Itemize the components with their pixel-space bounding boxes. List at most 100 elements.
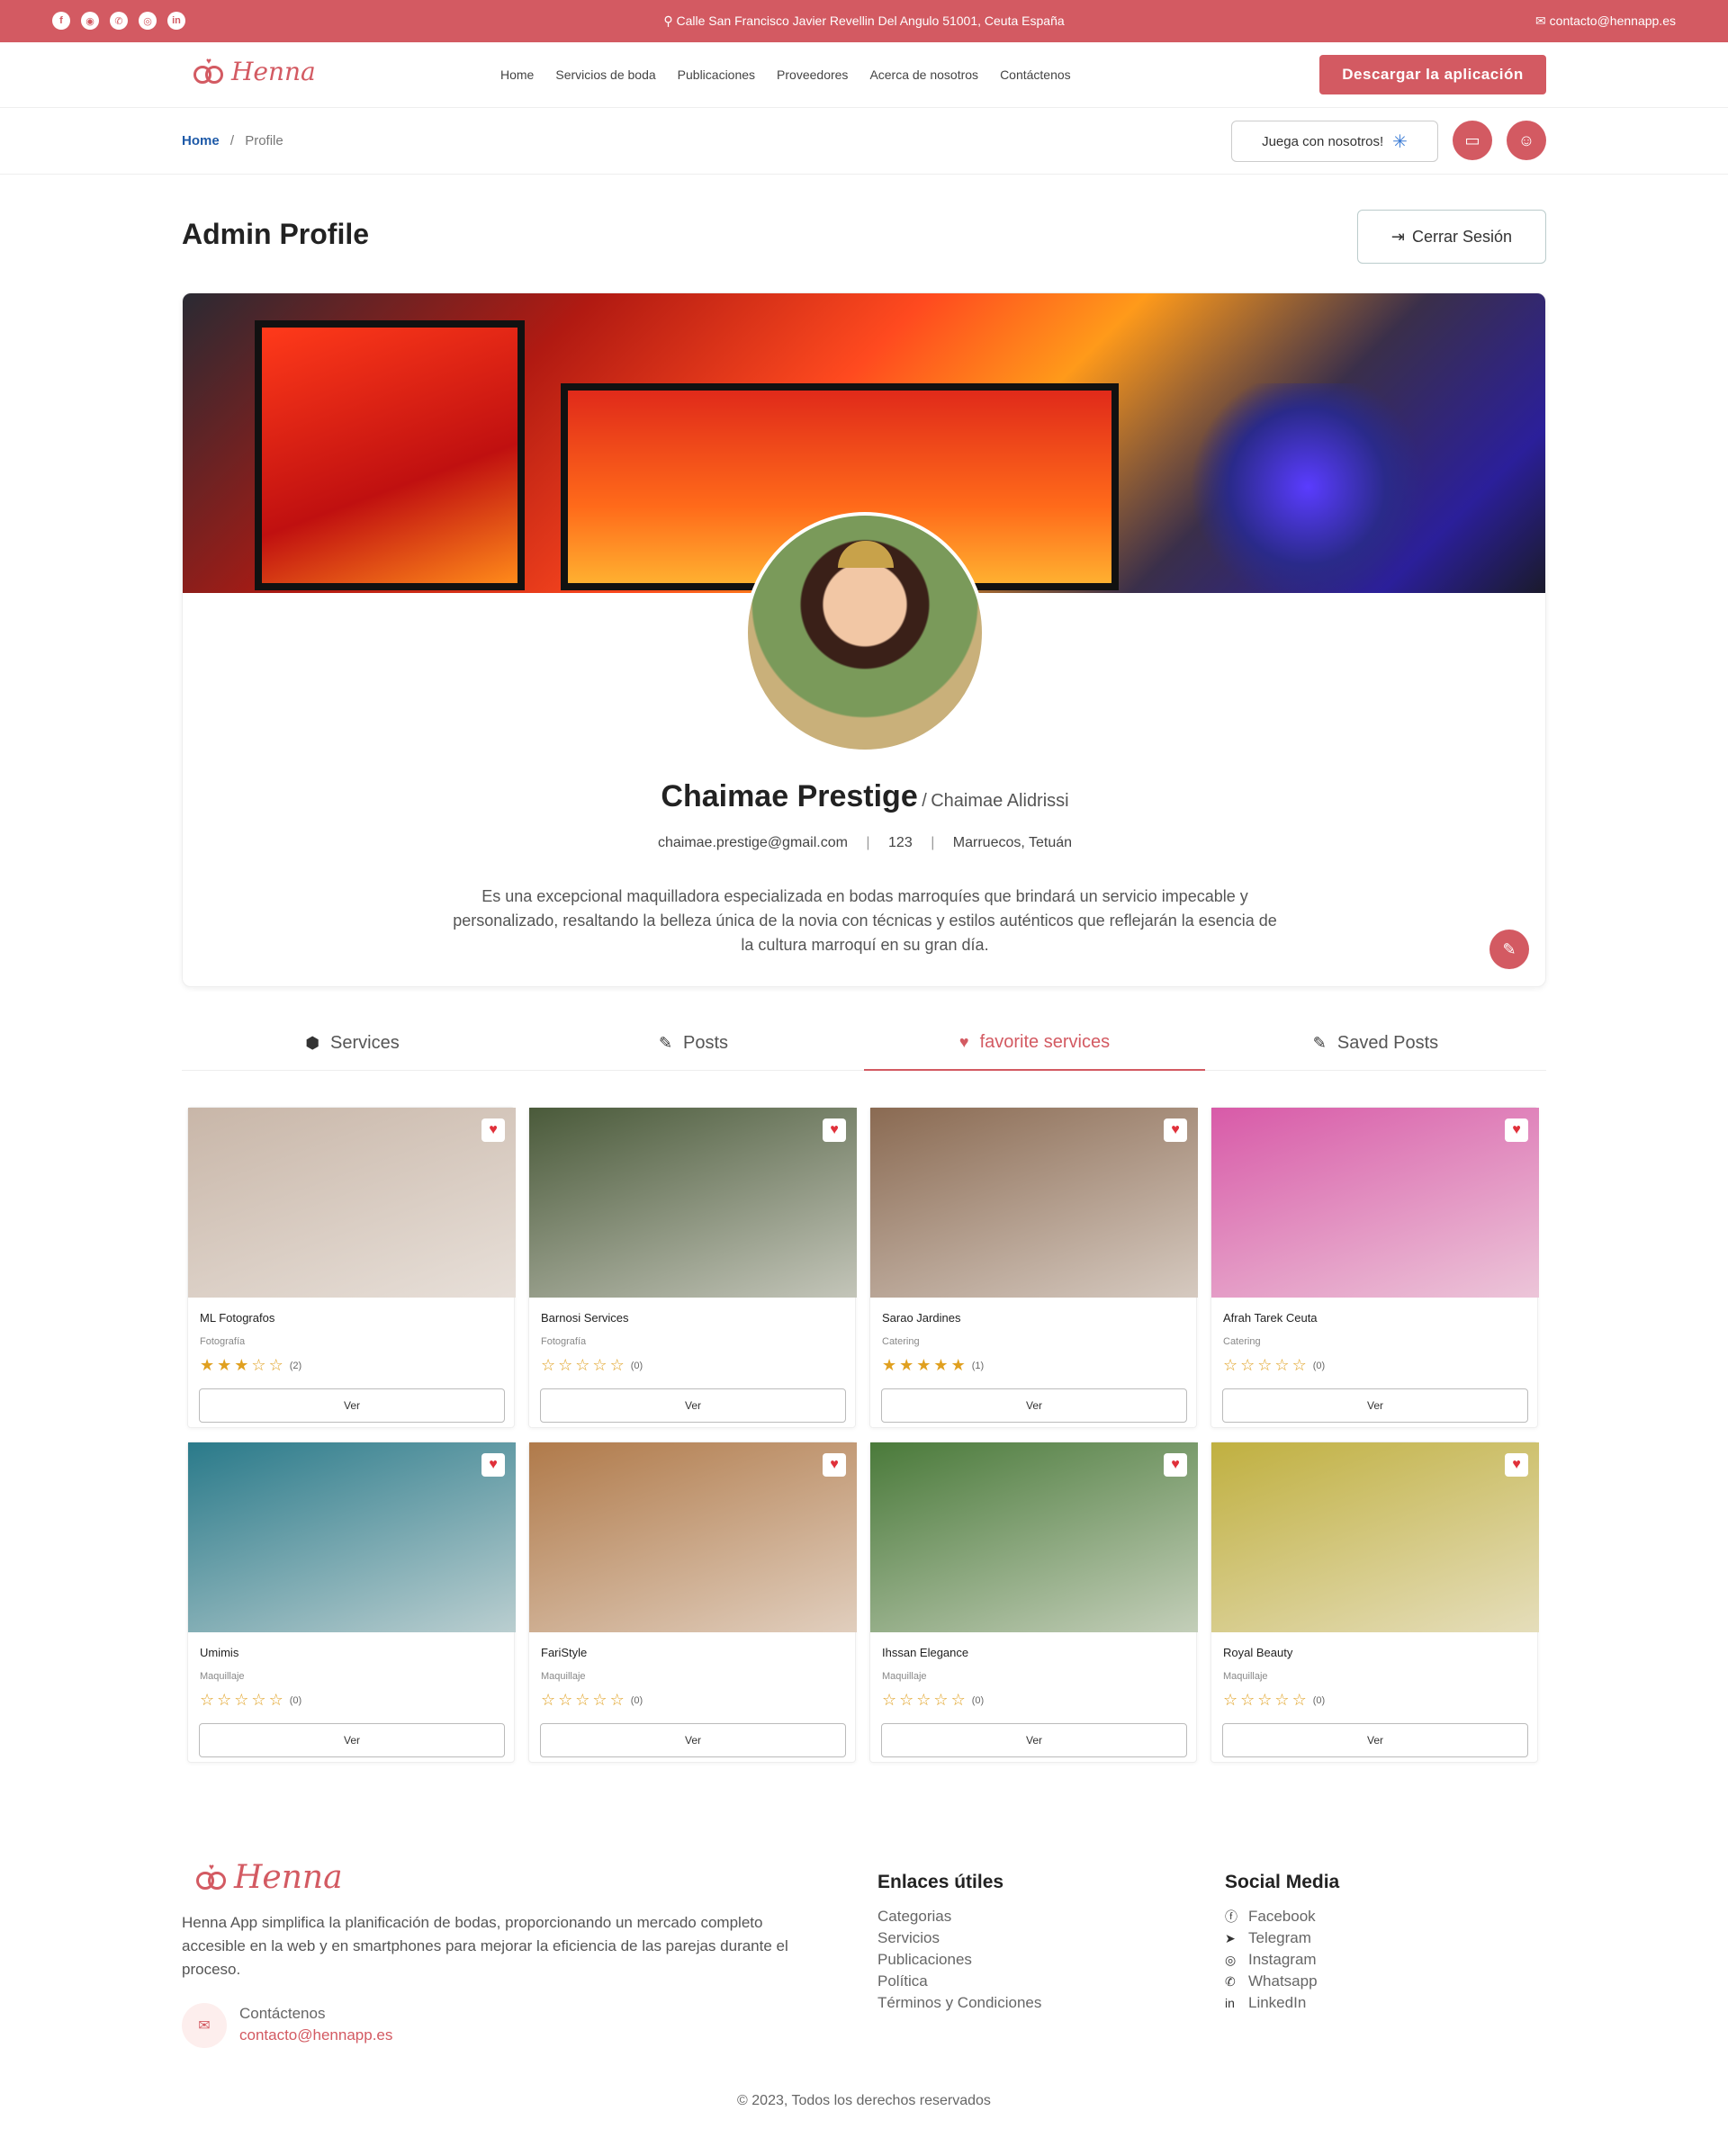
logout-button[interactable]: ⇥ Cerrar Sesión [1357, 210, 1546, 264]
service-card[interactable]: ♥ Sarao Jardines Catering ★ ★ ★ ★ ★ (1) Ver [869, 1107, 1198, 1428]
view-service-button[interactable]: Ver [881, 1723, 1187, 1757]
tab-saved-posts[interactable]: ✎ Saved Posts [1205, 1015, 1546, 1071]
star-icon: ☆ [234, 1691, 252, 1709]
footer-contact-email[interactable]: contacto@hennapp.es [239, 2026, 392, 2044]
favorite-heart-icon[interactable]: ♥ [1505, 1453, 1528, 1477]
favorite-heart-icon[interactable]: ♥ [1505, 1118, 1528, 1142]
view-service-button[interactable]: Ver [1222, 1723, 1528, 1757]
service-image[interactable]: ♥ [188, 1108, 516, 1298]
star-icon: ☆ [916, 1691, 934, 1709]
top-email[interactable]: contacto@hennapp.es [1550, 13, 1676, 28]
service-image[interactable]: ♥ [1211, 1442, 1539, 1632]
footer-logo[interactable]: ♥ Henna [196, 1859, 343, 1896]
logo[interactable]: ♥ Henna [194, 57, 316, 86]
nav-item-acerca[interactable]: Acerca de nosotros [869, 67, 978, 82]
profile-card: Chaimae Prestige / Chaimae Alidrissi cha… [182, 292, 1546, 987]
service-image[interactable]: ♥ [529, 1108, 857, 1298]
footer-social-linkedin[interactable]: in LinkedIn [1225, 1992, 1339, 2014]
play-with-us-button[interactable]: Juega con nosotros! ✳ [1231, 121, 1438, 162]
service-card[interactable]: ♥ ML Fotografos Fotografía ★ ★ ★ ☆ ☆ (2) Ver [187, 1107, 516, 1428]
rating-count: (0) [630, 1694, 644, 1706]
service-card[interactable]: ♥ Umimis Maquillaje ☆ ☆ ☆ ☆ ☆ (0) Ver [187, 1442, 516, 1763]
view-service-button[interactable]: Ver [540, 1388, 846, 1423]
main-nav: ♥ Henna Home Servicios de boda Publicaci… [0, 42, 1728, 108]
service-image[interactable]: ♥ [188, 1442, 516, 1632]
service-rating: ☆ ☆ ☆ ☆ ☆ (0) [1223, 1356, 1325, 1375]
service-image[interactable]: ♥ [1211, 1108, 1539, 1298]
nav-item-servicios[interactable]: Servicios de boda [555, 67, 655, 82]
star-icon: ☆ [217, 1691, 235, 1709]
view-service-button[interactable]: Ver [199, 1723, 505, 1757]
star-icon: ☆ [251, 1691, 269, 1709]
service-name: Ihssan Elegance [882, 1646, 969, 1659]
footer-link-servicios[interactable]: Servicios [878, 1927, 1041, 1949]
star-icon: ☆ [268, 1691, 286, 1709]
service-card[interactable]: ♥ Royal Beauty Maquillaje ☆ ☆ ☆ ☆ ☆ (0) Ver [1210, 1442, 1539, 1763]
star-icon: ☆ [1240, 1691, 1258, 1709]
profile-email: chaimae.prestige@gmail.com [657, 835, 848, 850]
star-icon: ☆ [200, 1691, 218, 1709]
service-card[interactable]: ♥ FariStyle Maquillaje ☆ ☆ ☆ ☆ ☆ (0) Ver [528, 1442, 857, 1763]
chat-icon: ▭ [1464, 130, 1480, 149]
spinner-icon: ✳ [1392, 131, 1408, 152]
footer-link-terminos[interactable]: Términos y Condiciones [878, 1992, 1041, 2014]
service-name: Royal Beauty [1223, 1646, 1293, 1659]
footer-social-facebook[interactable]: ⓕ Facebook [1225, 1906, 1339, 1927]
service-rating: ☆ ☆ ☆ ☆ ☆ (0) [541, 1356, 643, 1375]
service-card[interactable]: ♥ Barnosi Services Fotografía ☆ ☆ ☆ ☆ ☆ (0) Ver [528, 1107, 857, 1428]
edit-icon: ✎ [1502, 939, 1516, 958]
profile-phone: 123 [888, 835, 913, 850]
nav-item-proveedores[interactable]: Proveedores [777, 67, 848, 82]
footer-social-whatsapp[interactable]: ✆ Whatsapp [1225, 1971, 1339, 1992]
footer-social-instagram[interactable]: ◎ Instagram [1225, 1949, 1339, 1971]
mail-icon: ✉ [1535, 13, 1550, 28]
user-icon: ☺ [1517, 130, 1535, 149]
view-service-button[interactable]: Ver [1222, 1388, 1528, 1423]
star-icon: ★ [882, 1356, 900, 1374]
rating-count: (1) [971, 1360, 985, 1371]
star-icon: ★ [950, 1356, 968, 1374]
service-image[interactable]: ♥ [870, 1108, 1198, 1298]
view-service-button[interactable]: Ver [199, 1388, 505, 1423]
star-icon: ☆ [558, 1356, 576, 1374]
footer-link-categorias[interactable]: Categorias [878, 1906, 1041, 1927]
star-icon: ☆ [251, 1356, 269, 1374]
service-card[interactable]: ♥ Ihssan Elegance Maquillaje ☆ ☆ ☆ ☆ ☆ (0) Ver [869, 1442, 1198, 1763]
star-icon: ☆ [1257, 1356, 1275, 1374]
service-category: Maquillaje [1223, 1671, 1268, 1682]
tab-posts[interactable]: ✎ Posts [523, 1015, 864, 1071]
download-app-button[interactable]: Descargar la aplicación [1319, 55, 1546, 94]
star-icon: ☆ [1223, 1691, 1241, 1709]
favorite-heart-icon[interactable]: ♥ [1164, 1453, 1187, 1477]
breadcrumb-home[interactable]: Home [182, 133, 220, 148]
play-with-us-label: Juega con nosotros! [1262, 133, 1384, 149]
heart-icon: ♥ [958, 1032, 969, 1051]
view-service-button[interactable]: Ver [540, 1723, 846, 1757]
favorite-heart-icon[interactable]: ♥ [1164, 1118, 1187, 1142]
chat-button[interactable]: ▭ [1453, 121, 1492, 160]
service-image[interactable]: ♥ [870, 1442, 1198, 1632]
nav-item-publicaciones[interactable]: Publicaciones [678, 67, 755, 82]
service-image[interactable]: ♥ [529, 1442, 857, 1632]
service-rating: ★ ★ ★ ★ ★ (1) [882, 1356, 984, 1375]
logout-icon: ⇥ [1390, 227, 1406, 246]
footer-link-politica[interactable]: Política [878, 1971, 1041, 1992]
service-rating: ☆ ☆ ☆ ☆ ☆ (0) [1223, 1691, 1325, 1710]
service-rating: ☆ ☆ ☆ ☆ ☆ (0) [200, 1691, 302, 1710]
footer-social-telegram[interactable]: ➤ Telegram [1225, 1927, 1339, 1949]
star-icon: ★ [916, 1356, 934, 1374]
service-card[interactable]: ♥ Afrah Tarek Ceuta Catering ☆ ☆ ☆ ☆ ☆ (0) Ver [1210, 1107, 1539, 1428]
tab-services[interactable]: ⬢ Services [182, 1015, 523, 1071]
favorite-heart-icon[interactable]: ♥ [823, 1453, 846, 1477]
user-button[interactable]: ☺ [1507, 121, 1546, 160]
star-icon: ☆ [268, 1356, 286, 1374]
view-service-button[interactable]: Ver [881, 1388, 1187, 1423]
edit-profile-button[interactable]: ✎ [1490, 930, 1529, 969]
favorite-heart-icon[interactable]: ♥ [482, 1453, 505, 1477]
tab-favorite-services[interactable]: ♥ favorite services [864, 1015, 1205, 1071]
nav-item-contacto[interactable]: Contáctenos [1000, 67, 1071, 82]
footer-link-publicaciones[interactable]: Publicaciones [878, 1949, 1041, 1971]
favorite-heart-icon[interactable]: ♥ [482, 1118, 505, 1142]
nav-item-home[interactable]: Home [500, 67, 534, 82]
favorite-heart-icon[interactable]: ♥ [823, 1118, 846, 1142]
